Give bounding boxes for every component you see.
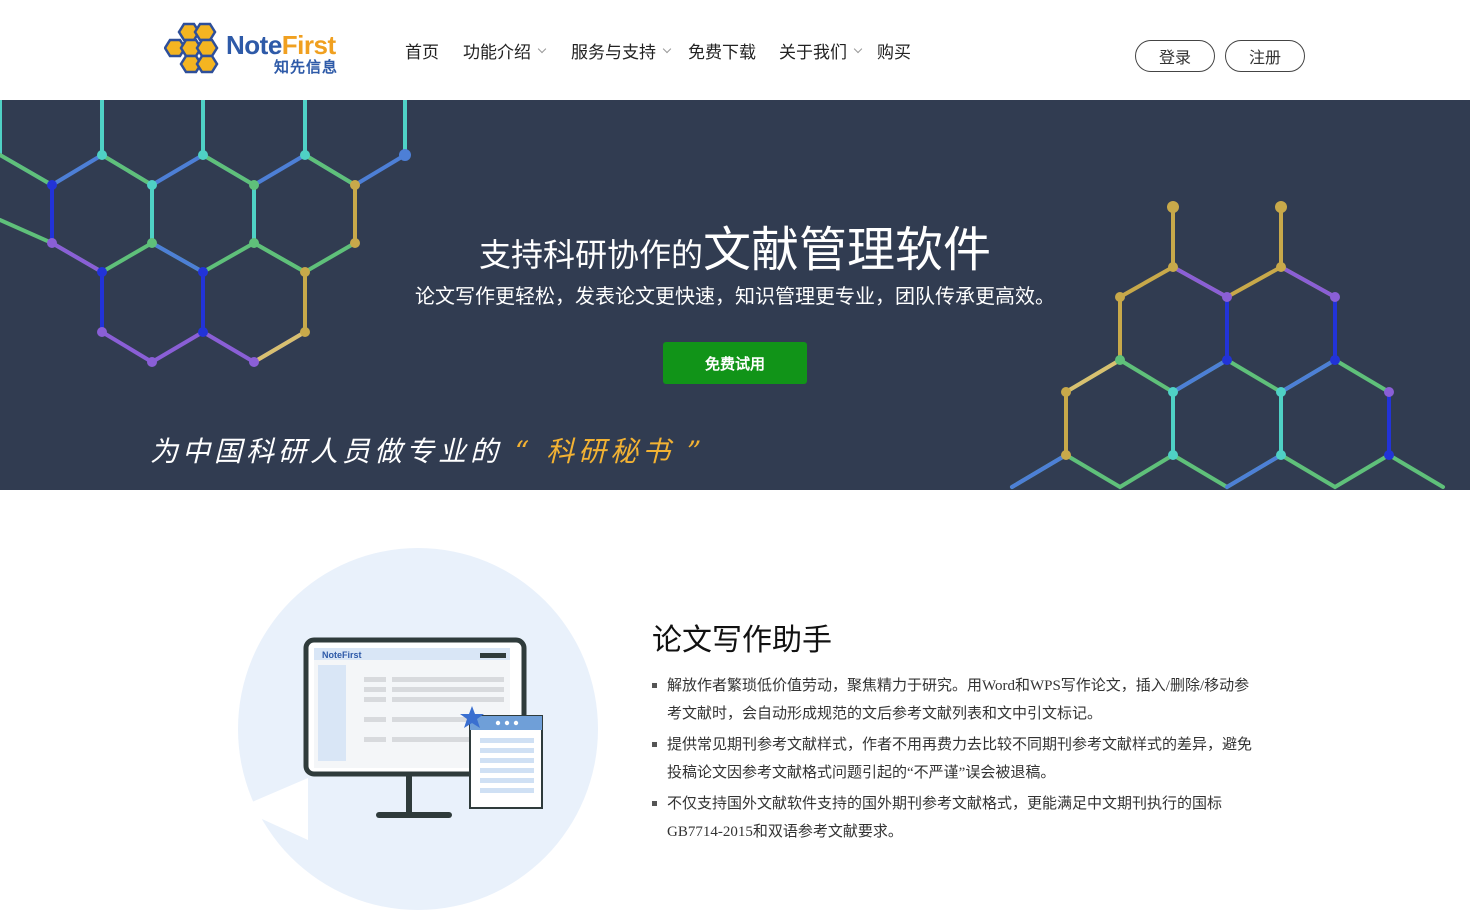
monitor-illustration: NoteFirst [238, 637, 543, 840]
hero-banner: 支持科研协作的文献管理软件 论文写作更轻松，发表论文更快速，知识管理更专业，团队… [0, 100, 1470, 490]
register-button[interactable]: 注册 [1225, 40, 1305, 72]
honeycomb-logo-icon [164, 22, 219, 74]
nav-home[interactable]: 首页 [405, 38, 439, 63]
hero-subline: 论文写作更轻松，发表论文更快速，知识管理更专业，团队传承更高效。 [415, 286, 1055, 308]
feature-title: 论文写作助手 [652, 624, 832, 657]
feature-list: 解放作者繁琐低价值劳动，聚焦精力于研究。用Word和WPS写作论文，插入/删除/… [652, 672, 1252, 849]
chevron-down-icon [537, 44, 547, 53]
list-item: 不仅支持国外文献软件支持的国外期刊参考文献格式，更能满足中文期刊执行的国标GB7… [652, 790, 1252, 846]
chevron-down-icon [853, 44, 863, 53]
nav-services[interactable]: 服务与支持 [571, 38, 672, 63]
site-header: NoteFirst 知先信息 首页 功能介绍 服务与支持 免费下载 关于我们 购… [0, 0, 1470, 100]
logo-subtitle: 知先信息 [274, 59, 339, 76]
list-item: 提供常见期刊参考文献样式，作者不用再费力去比较不同期刊参考文献样式的差异，避免投… [652, 731, 1252, 787]
hero-slogan: 为中国科研人员做专业的 “ 科研秘书 ” [150, 435, 706, 468]
hero-headline: 支持科研协作的文献管理软件 [478, 224, 992, 277]
free-trial-button[interactable]: 免费试用 [663, 342, 807, 384]
list-item: 解放作者繁琐低价值劳动，聚焦精力于研究。用Word和WPS写作论文，插入/删除/… [652, 672, 1252, 728]
nav-download[interactable]: 免费下载 [688, 38, 756, 63]
main-nav: 首页 功能介绍 服务与支持 免费下载 关于我们 购买 [405, 38, 911, 63]
nav-features[interactable]: 功能介绍 [463, 38, 547, 63]
notefirst-logo[interactable]: NoteFirst 知先信息 [164, 20, 344, 76]
illustration-brand-text: NoteFirst [322, 650, 362, 660]
nav-buy[interactable]: 购买 [877, 38, 911, 63]
nav-about[interactable]: 关于我们 [779, 38, 863, 63]
login-button[interactable]: 登录 [1135, 40, 1215, 72]
chevron-down-icon [662, 44, 672, 53]
